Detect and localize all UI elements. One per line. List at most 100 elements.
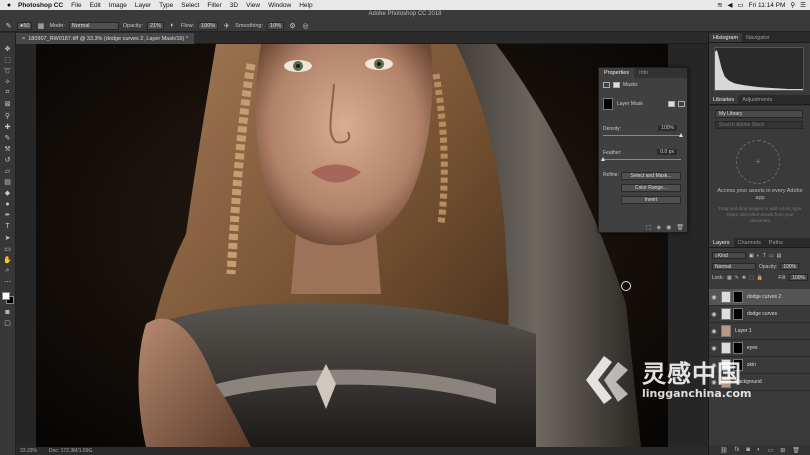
type-tool-icon[interactable]: T [2,222,13,232]
filter-smart-icon[interactable]: ▤ [777,253,782,259]
menu-type[interactable]: Type [159,2,173,9]
spotlight-icon[interactable]: ⚲ [790,1,795,9]
invert-button[interactable]: Invert [621,196,681,204]
quick-select-tool-icon[interactable]: ✧ [2,77,13,87]
new-layer-icon[interactable]: ⊞ [780,447,785,454]
shape-tool-icon[interactable]: ▭ [2,244,13,254]
density-value[interactable]: 100% [658,125,677,131]
lock-transparency-icon[interactable]: ▦ [727,275,732,281]
hand-tool-icon[interactable]: ✋ [2,255,13,265]
tab-info[interactable]: Info [634,68,653,78]
notification-center-icon[interactable]: ☰ [800,1,806,9]
filter-type-icon[interactable]: T [763,253,766,259]
lock-artboard-icon[interactable]: ⬚ [749,275,754,281]
link-layers-icon[interactable]: ⛓ [720,447,728,454]
clone-stamp-tool-icon[interactable]: ⚒ [2,144,13,154]
opacity-field[interactable]: 21% [146,21,164,30]
smoothing-options-gear-icon[interactable]: ⚙ [288,21,297,30]
smoothing-field[interactable]: 10% [267,21,285,30]
gradient-tool-icon[interactable]: ▤ [2,177,13,187]
brush-settings-icon[interactable]: ▦ [36,21,45,30]
eyedropper-tool-icon[interactable]: ⚲ [2,111,13,121]
feather-knob[interactable] [601,157,605,161]
path-selection-tool-icon[interactable]: ➤ [2,233,13,243]
layer-opacity-field[interactable]: 100% [780,263,800,270]
menu-app-name[interactable]: Photoshop CC [18,2,63,9]
foreground-color-swatch[interactable] [2,292,10,301]
tab-navigator[interactable]: Navigator [742,33,774,42]
menu-edit[interactable]: Edit [90,2,101,9]
filter-shape-icon[interactable]: ▭ [769,253,774,259]
delete-layer-icon[interactable]: 🗑 [792,447,800,454]
tab-paths[interactable]: Paths [765,238,787,247]
add-vector-mask-icon[interactable] [678,101,685,107]
brush-tool-icon[interactable]: ✎ [4,21,13,30]
menu-window[interactable]: Window [268,2,291,9]
pen-tool-icon[interactable]: ✒ [2,210,13,220]
menu-view[interactable]: View [246,2,260,9]
tab-histogram[interactable]: Histogram [709,33,743,42]
layer-kind-filter[interactable]: ⌕ Kind [712,252,746,259]
mask-thumbnail[interactable] [733,291,743,303]
color-range-button[interactable]: Color Range... [621,184,681,192]
filter-adjustment-icon[interactable]: ◐ [757,253,760,259]
marquee-tool-icon[interactable]: ⬚ [2,55,13,65]
new-adjustment-layer-icon[interactable]: ◐ [757,447,761,453]
load-selection-icon[interactable]: ⬚ [646,224,652,231]
visibility-eye-icon[interactable]: ◉ [709,294,719,301]
library-select[interactable]: My Library [715,110,803,118]
add-asset-icon[interactable]: + [736,140,780,184]
add-pixel-mask-icon[interactable] [668,101,675,107]
menu-layer[interactable]: Layer [135,2,151,9]
density-knob[interactable] [679,133,683,137]
visibility-eye-icon[interactable]: ◉ [709,311,719,318]
feather-track[interactable] [603,159,681,160]
pressure-opacity-icon[interactable]: ◐ [168,21,177,30]
frame-tool-icon[interactable]: ⊠ [2,99,13,109]
color-swatches[interactable] [1,291,14,305]
tab-libraries[interactable]: Libraries [709,95,739,104]
zoom-tool-icon[interactable]: ⌕ [2,266,13,276]
blur-tool-icon[interactable]: ◆ [2,188,13,198]
flow-field[interactable]: 100% [198,21,219,30]
tab-layers[interactable]: Layers [709,238,734,247]
menu-select[interactable]: Select [181,2,199,9]
pressure-size-icon[interactable]: ◎ [301,21,310,30]
portrait-photo[interactable] [36,44,668,447]
menubar-clock[interactable]: Fri 11:14 PM [749,2,786,9]
feather-value[interactable]: 0.0 px [657,149,677,155]
lock-all-icon[interactable]: 🔒 [757,275,763,281]
document-size[interactable]: Doc: 172.3M/1.69G [49,448,92,454]
menu-help[interactable]: Help [299,2,312,9]
menu-image[interactable]: Image [109,2,127,9]
mode-select[interactable]: Normal [68,21,119,30]
new-group-icon[interactable]: ▭ [768,447,774,454]
brush-tool-icon[interactable]: ✎ [2,133,13,143]
document-tab[interactable]: × 180907_RW0187.tiff @ 33.3% (dodge curv… [16,33,194,44]
zoom-level[interactable]: 33.33% [20,448,37,454]
eraser-tool-icon[interactable]: ▱ [2,166,13,176]
layer-blend-mode-select[interactable]: Normal [712,263,756,270]
dodge-tool-icon[interactable]: ● [2,199,13,209]
history-brush-tool-icon[interactable]: ↺ [2,155,13,165]
menu-file[interactable]: File [71,2,81,9]
airbrush-icon[interactable]: ✈ [222,21,231,30]
tab-properties[interactable]: Properties [599,68,635,78]
brush-preset-picker[interactable]: ● 50 [17,21,33,30]
menu-filter[interactable]: Filter [207,2,221,9]
apply-mask-icon[interactable]: ◈ [657,224,662,231]
edit-toolbar-icon[interactable]: ⋯ [2,277,13,287]
pixel-mask-icon[interactable] [603,82,610,88]
layer-row-dodge-curves[interactable]: ◉ dodge curves [709,306,810,323]
battery-icon[interactable]: ▭ [738,1,744,9]
volume-icon[interactable]: ◀ [728,1,733,9]
apple-menu-icon[interactable]: ● [0,2,18,9]
lasso-tool-icon[interactable]: ➰ [2,66,13,76]
add-mask-icon[interactable]: ◙ [746,447,750,453]
quick-mask-icon[interactable]: ◙ [2,307,13,317]
toggle-mask-visibility-icon[interactable]: ◉ [666,224,671,231]
lock-pixels-icon[interactable]: ✎ [735,275,739,281]
vector-mask-icon[interactable] [613,82,620,88]
filter-pixel-icon[interactable]: ▣ [749,253,754,259]
crop-tool-icon[interactable]: ⌗ [2,88,13,98]
